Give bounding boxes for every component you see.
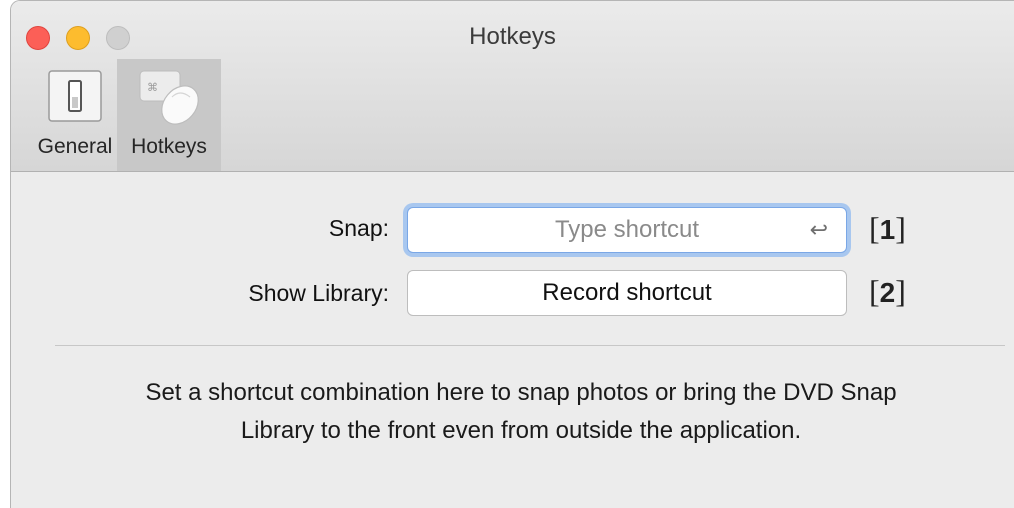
tab-hotkeys-label: Hotkeys bbox=[131, 135, 207, 158]
tab-general-label: General bbox=[37, 135, 113, 158]
snap-annotation-close: ] bbox=[895, 210, 906, 246]
show-library-annotation: [2] bbox=[869, 273, 906, 310]
toolbar: Hotkeys General ⌘ Hotkeys bbox=[11, 1, 1014, 172]
show-library-record-button[interactable]: Record shortcut bbox=[407, 270, 847, 316]
tab-hotkeys[interactable]: ⌘ Hotkeys bbox=[117, 59, 221, 171]
description-line-1: Set a shortcut combination here to snap … bbox=[145, 379, 897, 406]
show-library-label: Show Library: bbox=[248, 280, 389, 306]
snap-annotation: [1] bbox=[869, 210, 906, 247]
return-icon: ↩ bbox=[809, 217, 828, 242]
snap-label: Snap: bbox=[328, 215, 389, 241]
hotkeys-pane: Snap: Type shortcut ↩ [1] Show Library: … bbox=[11, 172, 1014, 508]
hotkeys-description: Set a shortcut combination here to snap … bbox=[51, 374, 991, 450]
keyboard-mouse-icon: ⌘ bbox=[134, 67, 204, 132]
snap-shortcut-placeholder: Type shortcut bbox=[554, 216, 700, 243]
show-library-annotation-open: [ bbox=[869, 273, 880, 309]
show-library-annotation-close: ] bbox=[895, 273, 906, 309]
svg-text:⌘: ⌘ bbox=[147, 81, 158, 94]
snap-annotation-number: 1 bbox=[879, 214, 896, 245]
description-line-2: Library to the front even from outside t… bbox=[240, 417, 802, 444]
show-library-annotation-number: 2 bbox=[879, 277, 896, 308]
snap-annotation-open: [ bbox=[869, 210, 880, 246]
switch-icon bbox=[45, 67, 105, 130]
record-shortcut-label: Record shortcut bbox=[542, 279, 712, 306]
divider bbox=[55, 345, 1005, 346]
snap-shortcut-field[interactable]: Type shortcut ↩ bbox=[407, 207, 847, 253]
preferences-window: Hotkeys General ⌘ Hotkeys Snap: Type sho… bbox=[10, 0, 1014, 508]
tab-general[interactable]: General bbox=[23, 59, 127, 171]
window-title: Hotkeys bbox=[469, 23, 556, 50]
